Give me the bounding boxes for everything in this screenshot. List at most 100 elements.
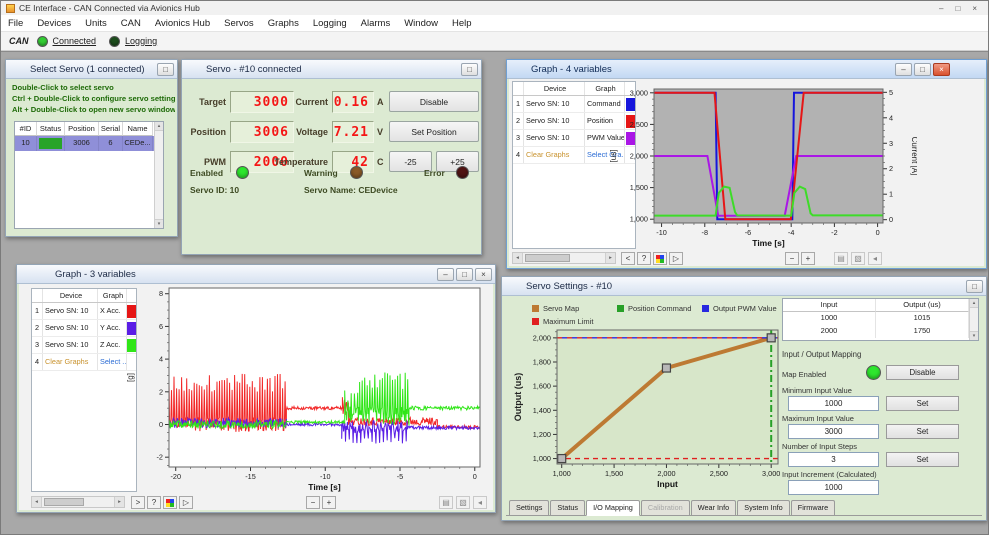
graph3-titlebar[interactable]: Graph - 3 variables bbox=[17, 265, 495, 284]
graph3-series-table: Device Graph 1 Servo SN: 10 X Acc. 2 Ser… bbox=[31, 288, 137, 492]
series-row[interactable]: 2 Servo SN: 10 Y Acc. bbox=[32, 320, 136, 337]
io-table-scrollbar[interactable]: ▴ ▾ bbox=[969, 299, 978, 340]
menu-item-avionics-hub[interactable]: Avionics Hub bbox=[148, 18, 217, 29]
help-button[interactable]: ? bbox=[147, 496, 161, 509]
tab-system-info[interactable]: System Info bbox=[737, 500, 790, 515]
increment-label: Input Increment (Calculated) bbox=[782, 470, 877, 479]
cell-status bbox=[37, 136, 65, 151]
collapse-panel-button[interactable]: ◂ bbox=[473, 496, 487, 509]
tab-io-mapping[interactable]: I/O Mapping bbox=[586, 500, 640, 516]
select-servo-titlebar[interactable]: Select Servo (1 connected) bbox=[6, 60, 177, 79]
main-titlebar[interactable]: CE Interface - CAN Connected via Avionic… bbox=[1, 1, 988, 15]
tab-wear-info[interactable]: Wear Info bbox=[690, 500, 737, 515]
export-data-button[interactable]: ▧ bbox=[851, 252, 865, 265]
restore-icon[interactable]: □ bbox=[461, 63, 478, 76]
series-row[interactable]: 1 Servo SN: 10 X Acc. bbox=[32, 303, 136, 320]
connected-label[interactable]: Connected bbox=[53, 36, 97, 46]
tab-status[interactable]: Status bbox=[550, 500, 586, 515]
palette-icon[interactable] bbox=[653, 252, 667, 265]
restore-icon[interactable]: □ bbox=[157, 63, 174, 76]
servo-settings-titlebar[interactable]: Servo Settings - #10 bbox=[502, 277, 986, 296]
step-back-button[interactable]: < bbox=[621, 252, 635, 265]
export-image-button[interactable]: ▤ bbox=[439, 496, 453, 509]
select-graphs-link[interactable]: Select ... bbox=[98, 354, 127, 370]
restore-icon[interactable]: □ bbox=[456, 268, 473, 281]
disable-button[interactable]: Disable bbox=[389, 91, 479, 112]
export-data-button[interactable]: ▧ bbox=[456, 496, 470, 509]
export-image-button[interactable]: ▤ bbox=[834, 252, 848, 265]
target-label: Target bbox=[199, 97, 226, 107]
servo-map-plot: 1,000 1,500 2,000 2,500 3,000 Input 1,000 1,200… bbox=[513, 329, 780, 489]
scroll-right-icon[interactable]: ▸ bbox=[114, 497, 124, 507]
steps-set-button[interactable]: Set bbox=[886, 452, 959, 467]
zoom-in-button[interactable]: + bbox=[322, 496, 336, 509]
step-forward-button[interactable]: > bbox=[131, 496, 145, 509]
menu-item-alarms[interactable]: Alarms bbox=[354, 18, 398, 29]
steps-field[interactable]: 3 bbox=[788, 452, 879, 467]
legend-label: Servo Map bbox=[543, 304, 580, 313]
map-disable-button[interactable]: Disable bbox=[886, 365, 959, 380]
restore-icon[interactable]: □ bbox=[914, 63, 931, 76]
menu-item-help[interactable]: Help bbox=[445, 18, 479, 29]
scroll-left-icon[interactable]: ◂ bbox=[513, 253, 523, 263]
table-h-scrollbar[interactable]: ◂ ▸ bbox=[512, 252, 616, 264]
scroll-up-icon[interactable]: ▴ bbox=[970, 299, 978, 308]
scroll-right-icon[interactable]: ▸ bbox=[605, 253, 615, 263]
zoom-out-button[interactable]: − bbox=[306, 496, 320, 509]
zoom-out-button[interactable]: − bbox=[785, 252, 799, 265]
max-input-set-button[interactable]: Set bbox=[886, 424, 959, 439]
scrollbar-thumb[interactable] bbox=[525, 254, 571, 262]
max-input-label: Maximum Input Value bbox=[782, 414, 854, 423]
menu-item-servos[interactable]: Servos bbox=[217, 18, 261, 29]
maximize-icon[interactable]: □ bbox=[955, 4, 960, 13]
scroll-up-icon[interactable]: ▴ bbox=[155, 122, 163, 131]
minimize-icon[interactable]: – bbox=[895, 63, 912, 76]
servo-titlebar[interactable]: Servo - #10 connected bbox=[182, 60, 481, 79]
play-button[interactable]: ▷ bbox=[179, 496, 193, 509]
scroll-down-icon[interactable]: ▾ bbox=[155, 219, 163, 228]
current-display: 0.16 bbox=[332, 91, 374, 113]
close-icon[interactable]: × bbox=[933, 63, 950, 76]
menu-item-logging[interactable]: Logging bbox=[306, 18, 354, 29]
menu-item-can[interactable]: CAN bbox=[114, 18, 148, 29]
close-icon[interactable]: × bbox=[475, 268, 492, 281]
error-label: Error bbox=[424, 168, 445, 178]
zoom-in-button[interactable]: + bbox=[801, 252, 815, 265]
scroll-left-icon[interactable]: ◂ bbox=[32, 497, 42, 507]
servo-table-row[interactable]: 10 3006 6 CEDe... bbox=[15, 136, 163, 151]
min-input-field[interactable]: 1000 bbox=[788, 396, 879, 411]
tab-firmware[interactable]: Firmware bbox=[790, 500, 836, 515]
clear-graphs-button[interactable]: Clear Graphs bbox=[524, 147, 585, 163]
menu-item-graphs[interactable]: Graphs bbox=[261, 18, 306, 29]
play-button[interactable]: ▷ bbox=[669, 252, 683, 265]
scroll-down-icon[interactable]: ▾ bbox=[970, 331, 978, 340]
minimize-icon[interactable]: – bbox=[437, 268, 454, 281]
clear-graphs-button[interactable]: Clear Graphs bbox=[43, 354, 98, 370]
close-icon[interactable]: × bbox=[972, 4, 977, 13]
set-position-button[interactable]: Set Position bbox=[389, 121, 479, 142]
scrollbar-thumb[interactable] bbox=[44, 498, 84, 506]
min-input-set-button[interactable]: Set bbox=[886, 396, 959, 411]
menu-item-window[interactable]: Window bbox=[397, 18, 445, 29]
io-table-row[interactable]: 1000 1015 bbox=[783, 312, 978, 325]
help-button[interactable]: ? bbox=[637, 252, 651, 265]
voltage-label: Voltage bbox=[296, 127, 328, 137]
menu-item-devices[interactable]: Devices bbox=[30, 18, 78, 29]
menu-item-units[interactable]: Units bbox=[78, 18, 114, 29]
menu-item-file[interactable]: File bbox=[1, 18, 30, 29]
series-row[interactable]: 3 Servo SN: 10 Z Acc. bbox=[32, 337, 136, 354]
logging-label[interactable]: Logging bbox=[125, 36, 157, 46]
svg-text:-10: -10 bbox=[320, 472, 331, 481]
io-table-row[interactable]: 2000 1750 bbox=[783, 325, 978, 338]
table-h-scrollbar[interactable]: ◂ ▸ bbox=[31, 496, 125, 508]
collapse-panel-button[interactable]: ◂ bbox=[868, 252, 882, 265]
minimize-icon[interactable]: – bbox=[939, 4, 943, 13]
graph4-window: Graph - 4 variables – □ × Device Graph 1 bbox=[506, 59, 987, 269]
svg-text:0: 0 bbox=[876, 228, 880, 237]
palette-icon[interactable] bbox=[163, 496, 177, 509]
restore-icon[interactable]: □ bbox=[966, 280, 983, 293]
tab-settings[interactable]: Settings bbox=[509, 500, 550, 515]
svg-text:0: 0 bbox=[159, 420, 163, 429]
max-input-field[interactable]: 3000 bbox=[788, 424, 879, 439]
servo-list-scrollbar[interactable]: ▴ ▾ bbox=[154, 122, 163, 228]
